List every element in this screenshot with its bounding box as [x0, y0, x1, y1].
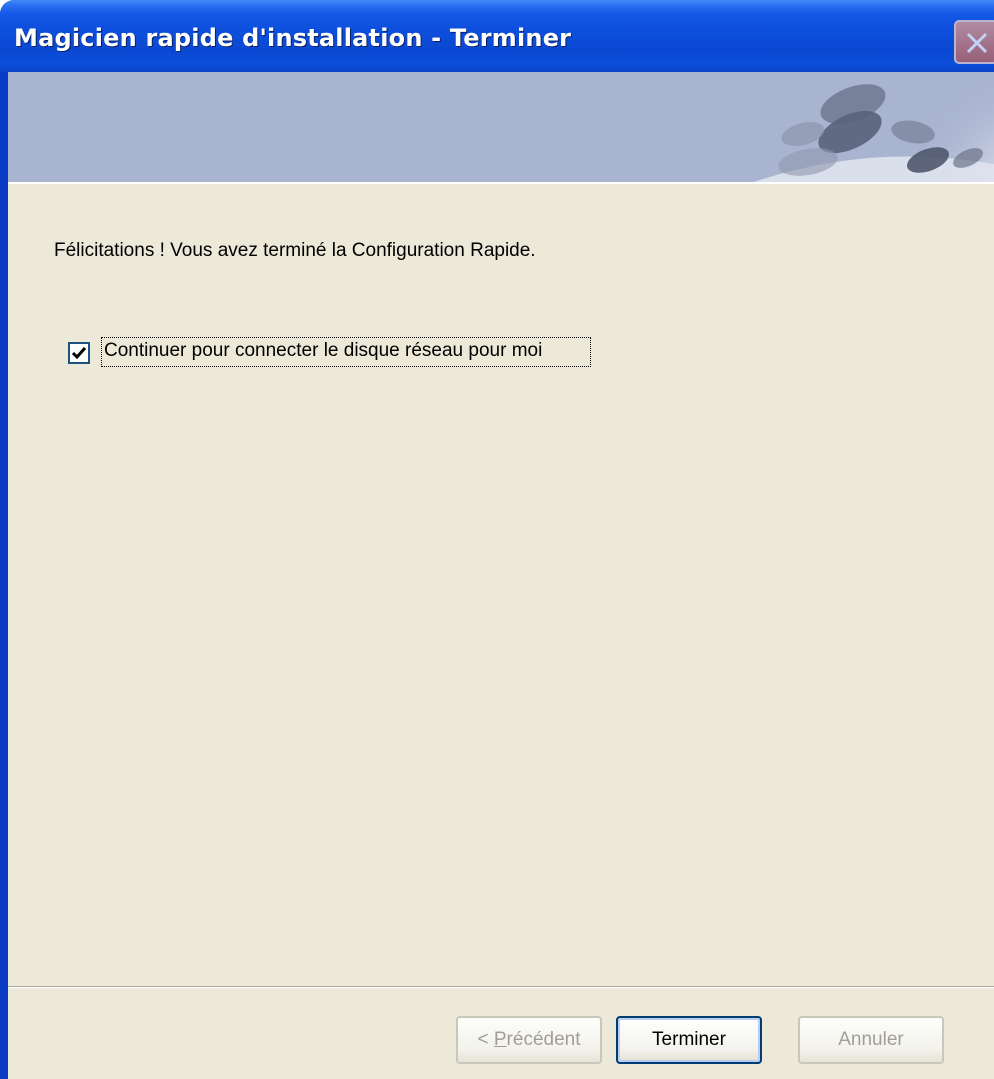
- title-bar[interactable]: Magicien rapide d'installation - Termine…: [0, 0, 994, 72]
- previous-button-prefix: <: [477, 1029, 494, 1050]
- header-banner: [8, 72, 994, 184]
- previous-button[interactable]: < Précédent: [456, 1016, 602, 1064]
- banner-decoration-icon: [754, 74, 994, 182]
- close-icon: [966, 32, 988, 54]
- connect-drive-label[interactable]: Continuer pour connecter le disque résea…: [101, 337, 591, 367]
- connect-drive-option[interactable]: Continuer pour connecter le disque résea…: [68, 336, 608, 368]
- cancel-button[interactable]: Annuler: [798, 1016, 944, 1064]
- finish-button[interactable]: Terminer: [616, 1016, 762, 1064]
- wizard-window: Magicien rapide d'installation - Termine…: [0, 0, 994, 1079]
- previous-button-accesskey: P: [493, 1029, 507, 1050]
- client-area: Félicitations ! Vous avez terminé la Con…: [8, 72, 994, 1079]
- close-button[interactable]: [954, 20, 994, 64]
- footer-separator: [8, 986, 994, 988]
- previous-button-rest: récédent: [506, 1029, 581, 1050]
- checkmark-icon: [71, 347, 87, 360]
- connect-drive-checkbox[interactable]: [68, 342, 90, 364]
- completion-message: Félicitations ! Vous avez terminé la Con…: [54, 240, 536, 261]
- window-title: Magicien rapide d'installation - Termine…: [14, 24, 572, 52]
